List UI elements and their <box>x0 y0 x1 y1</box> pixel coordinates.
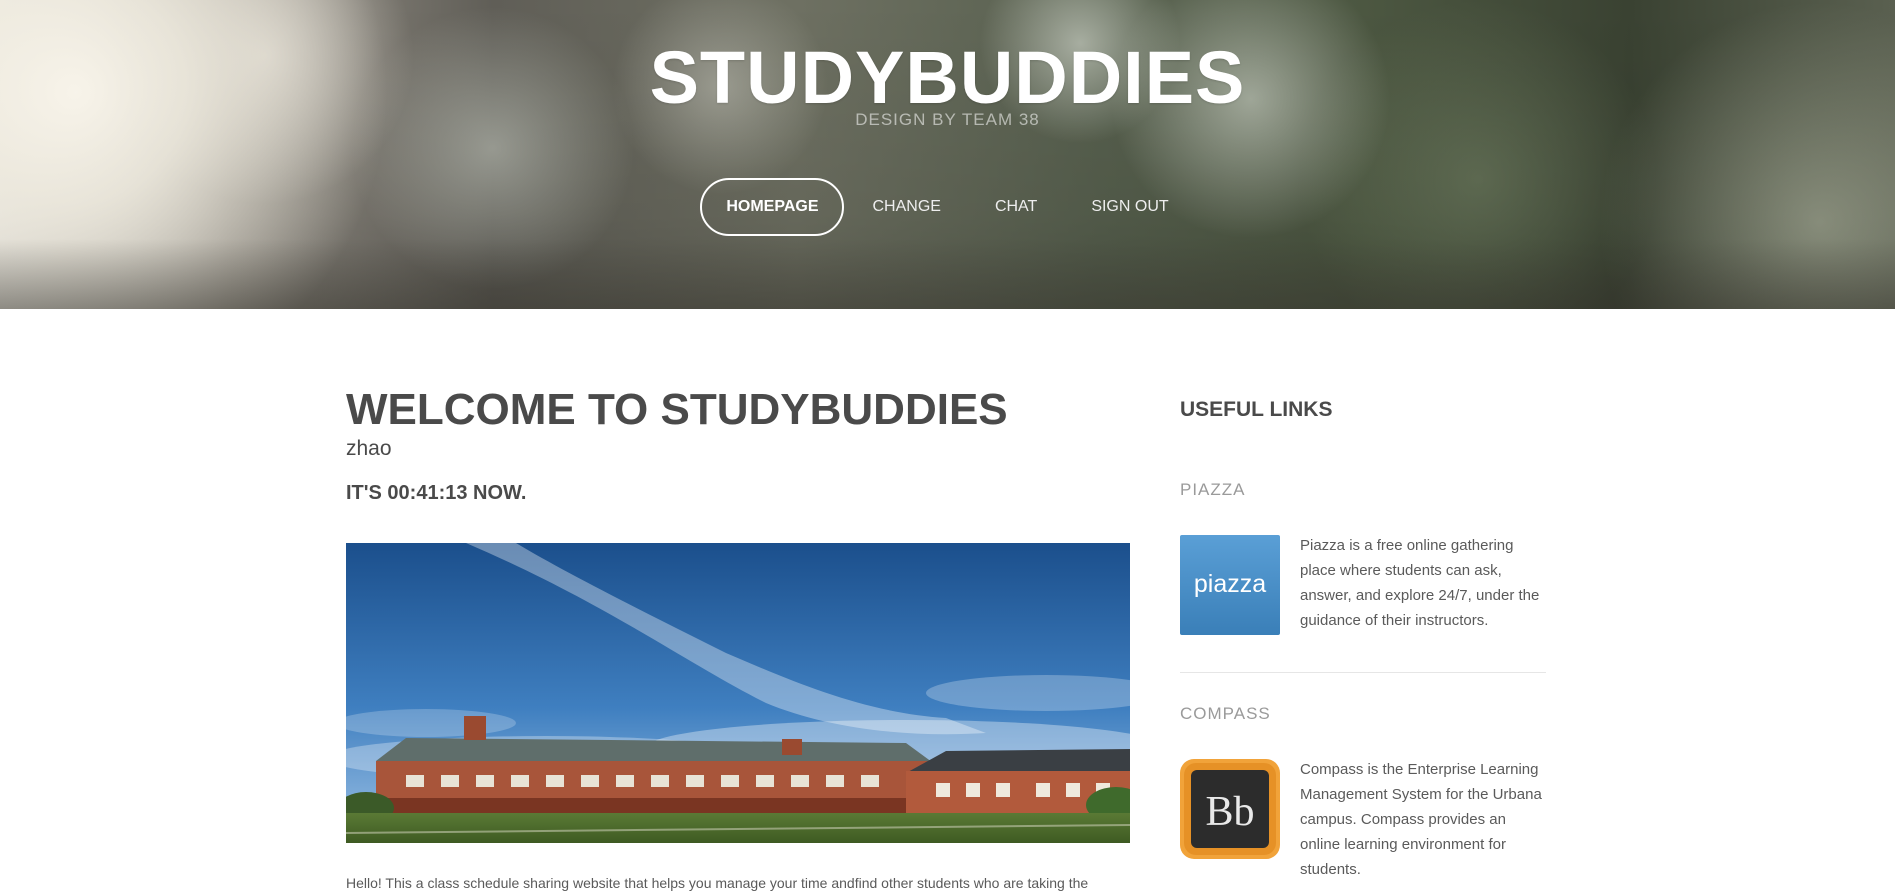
links-divider <box>1180 672 1546 673</box>
nav-homepage[interactable]: HOMEPAGE <box>700 178 845 236</box>
piazza-description: Piazza is a free online gathering place … <box>1300 537 1540 629</box>
header-background-shade <box>0 239 1895 309</box>
compass-blackboard-icon: Bb <box>1180 759 1280 859</box>
useful-links-sidebar: USEFUL LINKS PIAZZA piazza Piazza is a f… <box>1180 398 1546 878</box>
username: zhao <box>346 437 392 460</box>
campus-photo-illustration <box>346 543 1130 843</box>
compass-description: Compass is the Enterprise Learning Manag… <box>1300 761 1542 878</box>
piazza-title[interactable]: PIAZZA <box>1180 480 1246 500</box>
piazza-logo-icon: piazza <box>1180 535 1280 635</box>
main-content: WELCOME TO STUDYBUDDIES zhao IT'S 00:41:… <box>346 385 1130 891</box>
piazza-logo[interactable]: piazza <box>1180 535 1280 635</box>
main-nav: HOMEPAGE CHANGE CHAT SIGN OUT <box>0 178 1895 236</box>
useful-links-title: USEFUL LINKS <box>1180 398 1333 421</box>
compass-logo-text: Bb <box>1205 789 1254 835</box>
piazza-logo-text: piazza <box>1194 570 1266 598</box>
nav-chat[interactable]: CHAT <box>969 178 1063 236</box>
current-time: IT'S 00:41:13 NOW. <box>346 482 527 504</box>
welcome-heading: WELCOME TO STUDYBUDDIES <box>346 385 1008 434</box>
site-subtitle: DESIGN BY TEAM 38 <box>855 110 1040 129</box>
nav-change[interactable]: CHANGE <box>846 178 966 236</box>
compass-title[interactable]: COMPASS <box>1180 704 1271 724</box>
nav-sign-out[interactable]: SIGN OUT <box>1065 178 1194 236</box>
campus-photo <box>346 543 1130 843</box>
intro-text: Hello! This a class schedule sharing web… <box>346 875 1089 891</box>
compass-logo[interactable]: Bb <box>1180 759 1280 859</box>
hero-header: STUDYBUDDIES DESIGN BY TEAM 38 HOMEPAGE … <box>0 0 1895 309</box>
site-title: STUDYBUDDIES <box>649 36 1246 119</box>
